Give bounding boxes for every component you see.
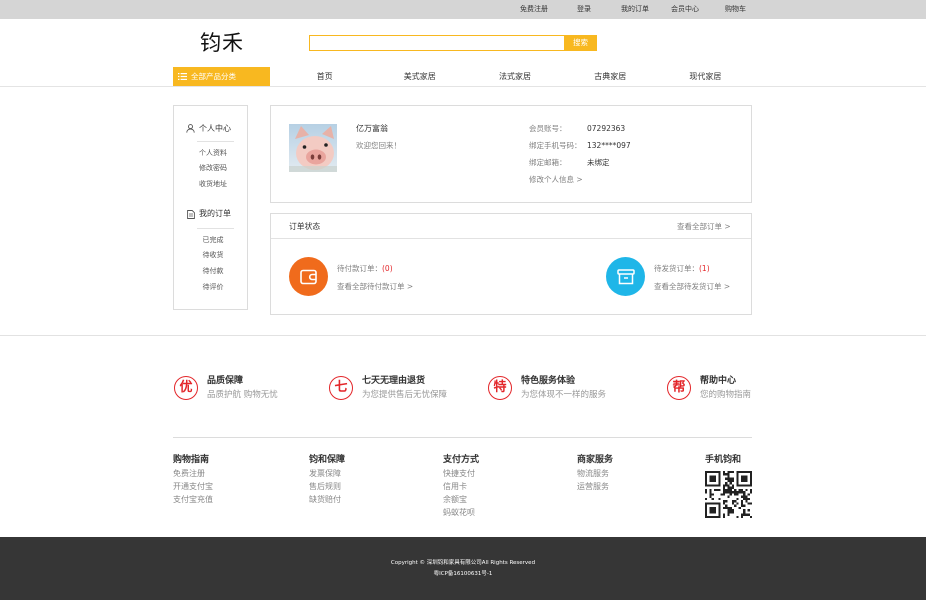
pending-payment-circle[interactable]: [289, 257, 328, 296]
sidebar-item-profile[interactable]: 个人资料: [194, 148, 232, 158]
sidebar-divider: [197, 141, 234, 142]
search-input[interactable]: [309, 35, 565, 51]
sidebar: 个人中心 个人资料 修改密码 收货地址 我的订单 已完成 待收货 待付款 待评价: [173, 105, 248, 310]
register-link[interactable]: 免费注册: [520, 0, 548, 19]
sidebar-item-to-pay[interactable]: 待付款: [194, 266, 232, 276]
service-subtitle-returns: 为您提供售后无忧保障: [362, 390, 448, 400]
service-title-help: 帮助中心: [700, 376, 737, 386]
all-categories-button[interactable]: 全部产品分类: [173, 67, 270, 86]
cart-link[interactable]: 购物车: [725, 0, 746, 19]
pending-shipment-count: (1): [699, 264, 710, 273]
footer-link[interactable]: 免费注册: [173, 468, 205, 480]
footer-title-mobile: 手机钧和: [705, 455, 742, 465]
footer-link[interactable]: 售后规则: [309, 481, 341, 493]
all-categories-label: 全部产品分类: [191, 72, 236, 81]
footer-link[interactable]: 快捷支付: [443, 468, 475, 480]
sidebar-divider: [197, 228, 234, 229]
icp-license: 粤ICP备16100631号-1: [433, 571, 493, 577]
footer-title-guarantee: 钧和保障: [309, 455, 346, 465]
footer-link[interactable]: 余额宝: [443, 494, 467, 506]
nav-item-modern[interactable]: 现代家居: [658, 67, 753, 86]
service-title-returns: 七天无理由退货: [362, 376, 426, 386]
footer-link[interactable]: 发票保障: [309, 468, 341, 480]
sidebar-item-change-password[interactable]: 修改密码: [194, 163, 232, 173]
footer-link[interactable]: 物流服务: [577, 468, 609, 480]
sidebar-item-to-review[interactable]: 待评价: [194, 282, 232, 292]
copyright-footer: Copyright © 深圳钧和家具有限公司All Rights Reserve…: [0, 537, 926, 600]
user-avatar[interactable]: [289, 124, 337, 172]
search-button[interactable]: 搜索: [564, 35, 597, 51]
service-subtitle-help: 您的购物指南: [700, 390, 752, 400]
footer-link[interactable]: 运营服务: [577, 481, 609, 493]
seven-days-icon: 七: [329, 376, 353, 400]
footer-title-shopping-guide: 购物指南: [173, 455, 210, 465]
order-status-title: 订单状态: [289, 222, 321, 231]
sidebar-item-to-receive[interactable]: 待收货: [194, 250, 232, 260]
copyright-text: Copyright © 深圳钧和家具有限公司All Rights Reserve…: [390, 560, 536, 566]
pending-shipment-text: 待发货订单：: [654, 264, 699, 273]
email-value: 未绑定: [587, 158, 610, 167]
phone-value: 132****097: [587, 141, 631, 150]
footer-divider: [173, 437, 752, 438]
account-label: 会员账号：: [529, 124, 567, 133]
user-icon: [186, 124, 195, 133]
list-icon: [178, 73, 187, 80]
pending-shipment-circle[interactable]: [606, 257, 645, 296]
document-icon: [187, 210, 195, 219]
order-status-panel: 订单状态 查看全部订单 > 待付款订单：(0) 查看全部待付款订单 > 待发货订…: [270, 213, 752, 315]
footer-title-merchant: 商家服务: [577, 455, 614, 465]
box-icon: [616, 268, 635, 284]
content-divider: [0, 335, 926, 336]
service-title-special: 特色服务体验: [521, 376, 576, 386]
special-icon: 特: [488, 376, 512, 400]
phone-label: 绑定手机号码：: [529, 141, 582, 150]
service-subtitle-special: 为您体现不一样的服务: [521, 390, 607, 400]
welcome-text: 欢迎您回来！: [356, 141, 401, 150]
service-title-quality: 品质保障: [207, 376, 244, 386]
footer-link[interactable]: 缺货赔付: [309, 494, 341, 506]
service-subtitle-quality: 品质护航 购物无忧: [207, 390, 278, 400]
nav-divider: [0, 86, 926, 87]
pending-shipment-label: 待发货订单：(1): [654, 264, 710, 274]
page: 免费注册 登录 我的订单 会员中心 购物车 钧禾 搜索 全部产品分类 首页 美式…: [0, 0, 926, 600]
nav-item-american[interactable]: 美式家居: [372, 67, 467, 86]
pending-payment-text: 待付款订单：: [337, 264, 382, 273]
sidebar-title-my-orders[interactable]: 我的订单: [199, 209, 231, 219]
login-link[interactable]: 登录: [577, 0, 591, 19]
footer-title-payment: 支付方式: [443, 455, 480, 465]
sidebar-item-address[interactable]: 收货地址: [194, 179, 232, 189]
footer-link[interactable]: 支付宝充值: [173, 494, 213, 506]
sidebar-title-personal-center[interactable]: 个人中心: [199, 124, 231, 134]
nav-item-french[interactable]: 法式家居: [467, 67, 562, 86]
footer-link[interactable]: 信用卡: [443, 481, 467, 493]
username: 亿万富翁: [356, 124, 388, 133]
email-label: 绑定邮箱：: [529, 158, 567, 167]
footer-link[interactable]: 蚂蚁花呗: [443, 507, 475, 519]
help-icon: 帮: [667, 376, 691, 400]
order-header-divider: [271, 238, 751, 239]
site-logo[interactable]: 钧禾: [200, 32, 244, 54]
my-orders-link[interactable]: 我的订单: [621, 0, 649, 19]
sidebar-item-completed[interactable]: 已完成: [194, 235, 232, 245]
profile-panel: 亿万富翁 欢迎您回来！ 会员账号： 07292363 绑定手机号码： 132**…: [270, 105, 752, 203]
view-pending-payment-link[interactable]: 查看全部待付款订单 >: [337, 282, 413, 292]
view-all-orders-link[interactable]: 查看全部订单 >: [677, 222, 731, 232]
top-bar: 免费注册 登录 我的订单 会员中心 购物车: [0, 0, 926, 19]
footer-link[interactable]: 开通支付宝: [173, 481, 213, 493]
edit-profile-link[interactable]: 修改个人信息 >: [529, 175, 583, 185]
nav-item-classical[interactable]: 古典家居: [563, 67, 658, 86]
member-center-link[interactable]: 会员中心: [671, 0, 699, 19]
view-pending-shipment-link[interactable]: 查看全部待发货订单 >: [654, 282, 730, 292]
main-nav: 首页 美式家居 法式家居 古典家居 现代家居: [277, 67, 753, 86]
quality-icon: 优: [174, 376, 198, 400]
wallet-icon: [299, 269, 317, 284]
nav-item-home[interactable]: 首页: [277, 67, 372, 86]
account-value: 07292363: [587, 124, 626, 133]
pending-payment-count: (0): [382, 264, 393, 273]
qr-code-icon: [705, 471, 752, 518]
pending-payment-label: 待付款订单：(0): [337, 264, 393, 274]
